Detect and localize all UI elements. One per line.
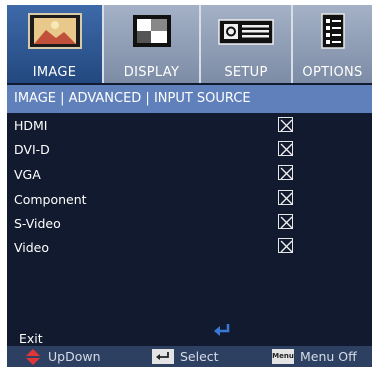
exit-item[interactable]: Exit: [19, 331, 43, 346]
tab-bar: IMAGE DISPLAY SETUP OPTIONS: [7, 5, 372, 83]
tab-display-label: DISPLAY: [123, 65, 180, 80]
item-component-label[interactable]: Component: [14, 192, 87, 207]
tab-image-label: IMAGE: [32, 65, 77, 80]
item-dvid-checkbox[interactable]: [278, 141, 293, 156]
item-component-checkbox[interactable]: [278, 190, 293, 205]
menu-key-icon: Menu: [272, 349, 294, 364]
item-video-checkbox[interactable]: [278, 238, 293, 253]
osd-menu: IMAGE DISPLAY SETUP OPTIONS IMAGE | ADVA…: [7, 5, 372, 367]
setup-icon: [216, 11, 276, 55]
item-hdmi-checkbox[interactable]: [278, 117, 293, 132]
enter-key-icon: [152, 349, 174, 364]
tab-options-label: OPTIONS: [302, 65, 363, 80]
menu-off-label: Menu Off: [300, 349, 357, 364]
footer-bar: UpDown Select Menu Menu Off: [7, 346, 372, 367]
tab-setup[interactable]: SETUP: [201, 5, 291, 83]
item-vga-label[interactable]: VGA: [14, 167, 41, 182]
item-svideo-checkbox[interactable]: [278, 214, 293, 229]
tab-image[interactable]: IMAGE: [7, 5, 102, 83]
options-icon: [313, 11, 353, 55]
image-icon: [26, 11, 84, 55]
tab-setup-label: SETUP: [224, 65, 268, 80]
tab-options[interactable]: OPTIONS: [293, 5, 372, 83]
item-video-label[interactable]: Video: [14, 240, 49, 255]
select-label: Select: [180, 349, 219, 364]
item-vga-checkbox[interactable]: [278, 165, 293, 180]
updown-label: UpDown: [48, 349, 101, 364]
tab-display[interactable]: DISPLAY: [104, 5, 199, 83]
item-hdmi-label[interactable]: HDMI: [14, 118, 48, 133]
breadcrumb: IMAGE | ADVANCED | INPUT SOURCE: [7, 85, 372, 113]
updown-icon: [25, 349, 41, 367]
display-icon: [128, 11, 176, 55]
item-dvid-label[interactable]: DVI-D: [14, 142, 50, 157]
enter-arrow-icon: [212, 322, 232, 342]
item-svideo-label[interactable]: S-Video: [14, 216, 61, 231]
